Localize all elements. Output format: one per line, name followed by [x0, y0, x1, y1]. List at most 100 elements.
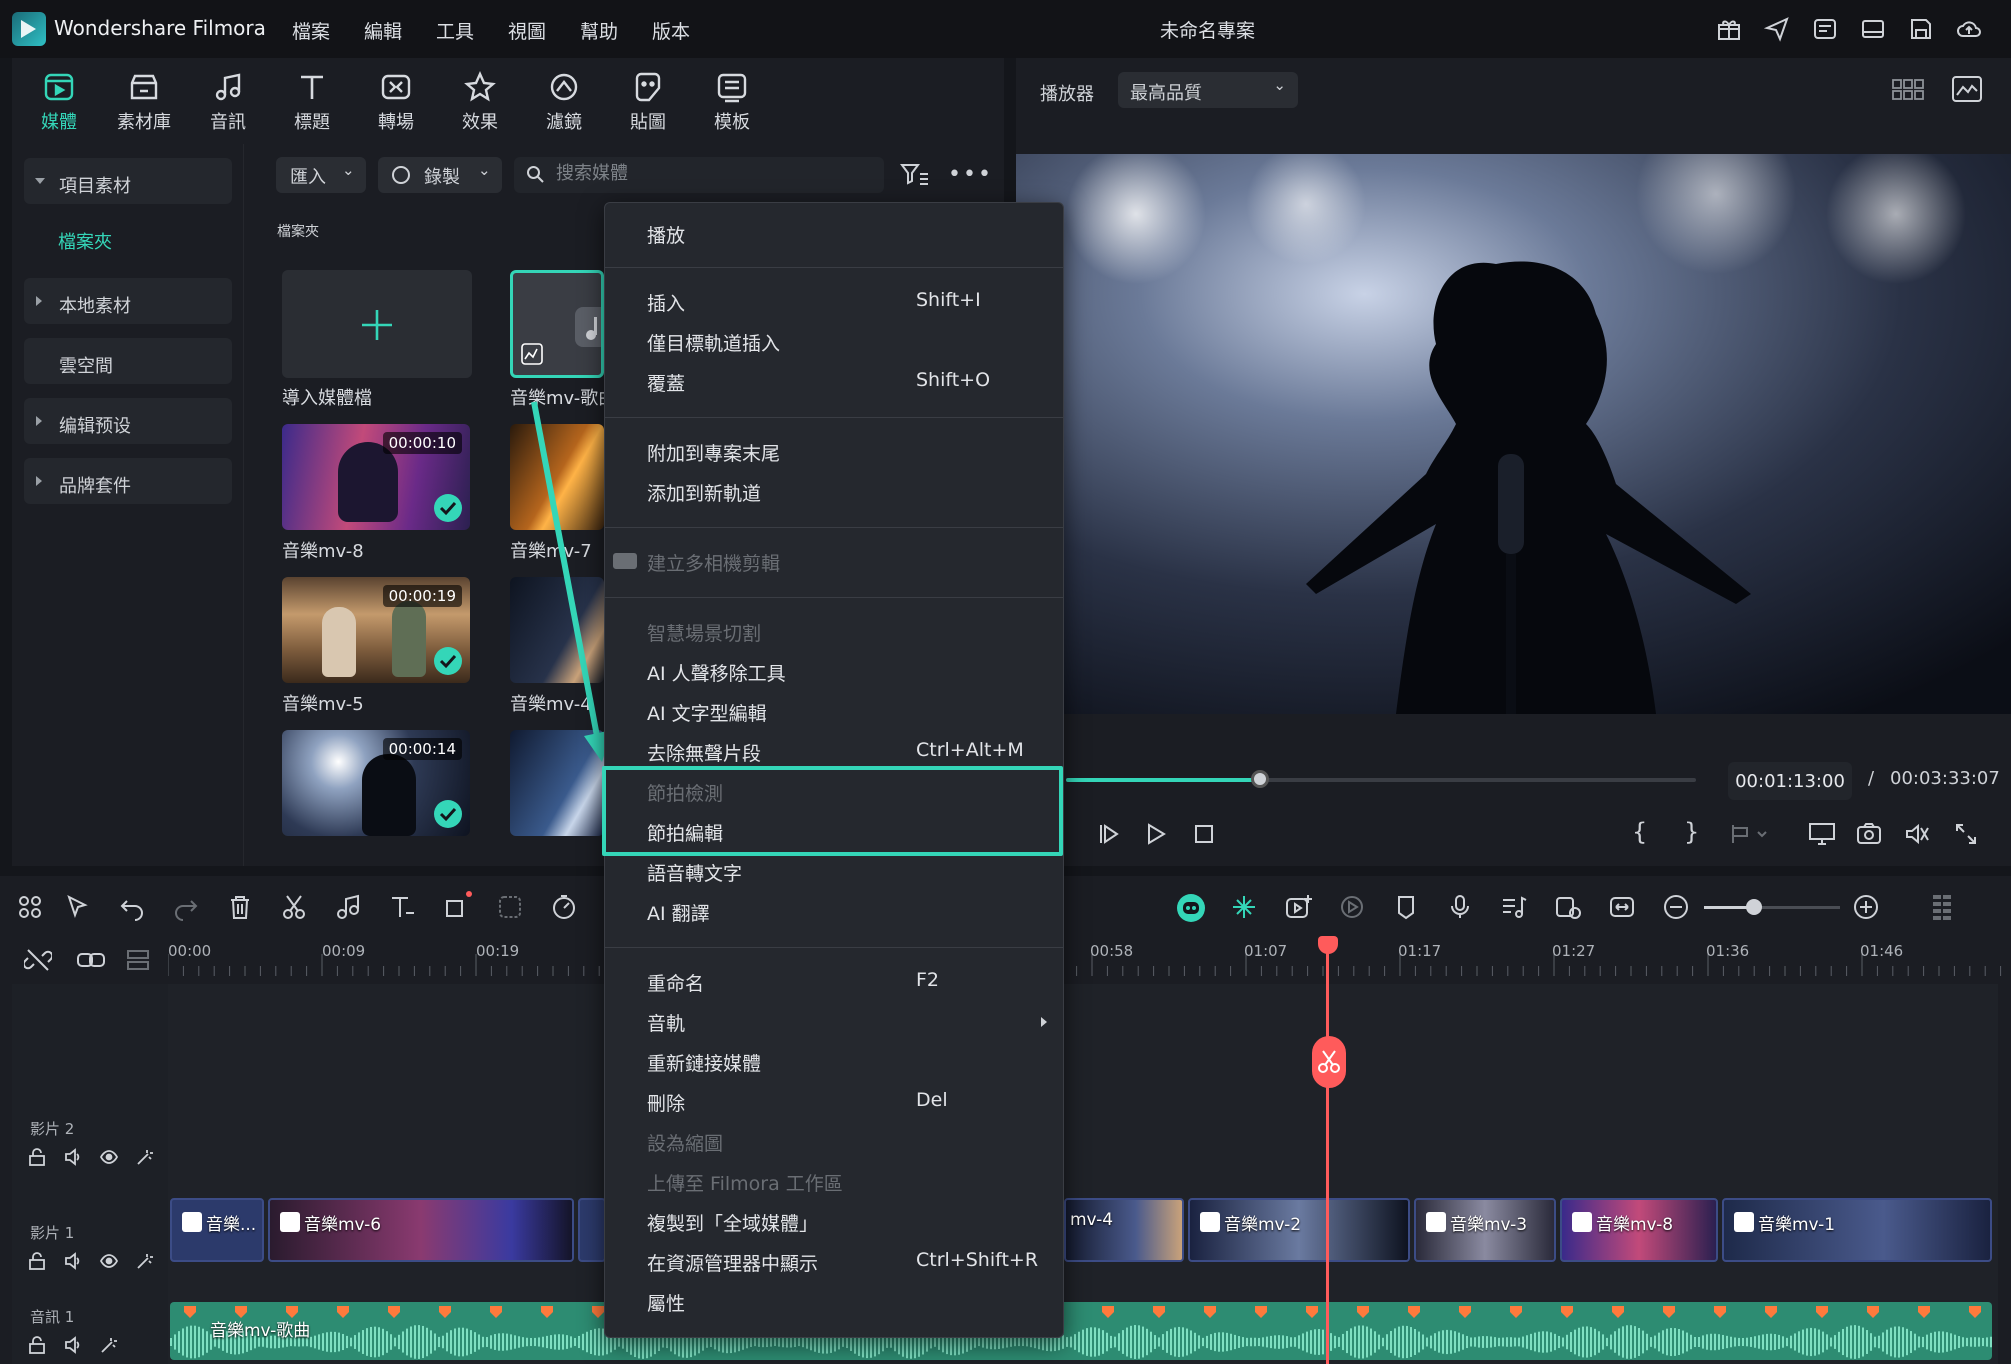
eye-icon[interactable] [100, 1148, 118, 1166]
auto-reframe-icon[interactable] [1554, 893, 1582, 921]
timeline-clip[interactable]: 音樂mv-3 [1414, 1198, 1556, 1262]
sidebar-item-folder[interactable]: 檔案夾 [58, 228, 112, 254]
media-item-mv-stage[interactable]: 00:00:14 [282, 730, 470, 836]
play-icon[interactable] [1144, 822, 1168, 846]
playhead[interactable] [1326, 940, 1329, 1364]
menu-help[interactable]: 幫助 [580, 17, 618, 44]
next-frame-icon[interactable] [1096, 822, 1120, 846]
more-options-icon[interactable]: ••• [948, 162, 993, 187]
panel-layout-icon[interactable] [1930, 893, 1958, 921]
sidebar-item-brand-kit[interactable]: 品牌套件 [24, 458, 232, 504]
timeline-clip[interactable]: 音樂mv-6 [268, 1198, 574, 1262]
search-box[interactable] [514, 157, 884, 193]
marker-icon[interactable] [1392, 893, 1420, 921]
select-tool-icon[interactable] [64, 893, 92, 921]
news-icon[interactable] [1812, 16, 1838, 42]
save-icon[interactable] [1908, 16, 1934, 42]
delete-icon[interactable] [226, 893, 254, 921]
media-item-mv8[interactable]: 00:00:10 [282, 424, 470, 530]
import-dropdown[interactable]: 匯入 ⌄ [276, 157, 366, 193]
menu-item-copy-global[interactable]: 複製到「全域媒體」 [647, 1209, 818, 1236]
crop-icon[interactable] [442, 891, 472, 921]
video-preview[interactable] [1016, 154, 2011, 714]
audio-mute-icon[interactable] [1904, 822, 1930, 846]
add-media-icon[interactable] [1284, 893, 1312, 921]
tab-stock[interactable]: 素材庫 [107, 66, 181, 138]
tab-titles[interactable]: 標題 [275, 66, 349, 138]
menu-item-play[interactable]: 播放 [647, 221, 685, 248]
menu-item-insert-target[interactable]: 僅目標軌道插入 [647, 329, 780, 356]
speaker-icon[interactable] [64, 1252, 82, 1270]
lock-icon[interactable] [28, 1252, 46, 1270]
menu-item-ai-translate[interactable]: AI 翻譯 [647, 899, 710, 926]
menu-item-overwrite[interactable]: 覆蓋 [647, 369, 685, 396]
menu-item-stt[interactable]: 語音轉文字 [647, 859, 742, 886]
menu-edit[interactable]: 編輯 [364, 17, 402, 44]
zoom-out-icon[interactable] [1662, 893, 1690, 921]
playback-scrubber[interactable] [1251, 770, 1270, 788]
menu-item-audio-track[interactable]: 音軌 [647, 1009, 685, 1036]
tab-stickers[interactable]: 貼圖 [611, 66, 685, 138]
record-dropdown[interactable]: 錄製 ⌄ [378, 157, 502, 193]
search-input[interactable] [556, 163, 866, 184]
sidebar-item-local-media[interactable]: 本地素材 [24, 278, 232, 324]
quality-dropdown[interactable]: 最高品質 ⌄ [1118, 72, 1298, 108]
zoom-in-icon[interactable] [1852, 893, 1880, 921]
menu-item-ai-vocal[interactable]: AI 人聲移除工具 [647, 659, 786, 686]
monitor-icon[interactable] [1808, 822, 1836, 846]
layout-icon[interactable] [1860, 16, 1886, 42]
timeline-clip[interactable]: 音樂... [170, 1198, 264, 1262]
timeline-clip[interactable]: 音樂mv-8 [1560, 1198, 1718, 1262]
render-preview-icon[interactable] [1338, 893, 1366, 921]
split-scissors-icon[interactable] [280, 893, 308, 921]
mark-in-icon[interactable]: { [1632, 818, 1647, 846]
cloud-upload-icon[interactable] [1956, 16, 1982, 42]
magic-wand-icon[interactable] [136, 1148, 154, 1166]
link-clip-icon[interactable] [76, 946, 106, 974]
insert-clip-icon[interactable] [1730, 822, 1770, 846]
audio-mixer-icon[interactable] [1500, 893, 1528, 921]
zoom-slider-knob[interactable] [1746, 899, 1762, 915]
filter-sort-icon[interactable] [900, 162, 930, 188]
tab-transitions[interactable]: 轉場 [359, 66, 433, 138]
menu-item-show-explorer[interactable]: 在資源管理器中顯示 [647, 1249, 818, 1276]
menu-version[interactable]: 版本 [652, 17, 690, 44]
ai-assistant-icon[interactable] [1176, 893, 1205, 922]
lock-icon[interactable] [28, 1148, 46, 1166]
timeline-clip[interactable] [578, 1198, 606, 1262]
menu-item-rename[interactable]: 重命名 [647, 969, 704, 996]
menu-item-insert[interactable]: 插入 [647, 289, 685, 316]
menu-item-ai-text[interactable]: AI 文字型編輯 [647, 699, 767, 726]
grid-view-icon[interactable] [1892, 78, 1924, 100]
magic-wand-icon[interactable] [136, 1252, 154, 1270]
stop-icon[interactable] [1192, 822, 1216, 846]
tab-media[interactable]: 媒體 [22, 66, 96, 138]
beat-sync-icon[interactable] [1230, 893, 1258, 921]
timeline-clip[interactable]: 音樂mv-1 [1722, 1198, 1992, 1262]
menu-item-silence[interactable]: 去除無聲片段 [647, 739, 761, 766]
tab-audio[interactable]: 音訊 [191, 66, 265, 138]
timeline-clip[interactable]: 音樂mv-2 [1188, 1198, 1410, 1262]
media-item-mv5[interactable]: 00:00:19 [282, 577, 470, 683]
undo-icon[interactable] [118, 893, 146, 921]
menu-item-relink[interactable]: 重新鏈接媒體 [647, 1049, 761, 1076]
menu-item-add-track[interactable]: 添加到新軌道 [647, 479, 761, 506]
fit-timeline-icon[interactable] [1608, 893, 1636, 921]
menu-item-append[interactable]: 附加到專案末尾 [647, 439, 780, 466]
menu-item-properties[interactable]: 屬性 [647, 1289, 685, 1316]
scope-icon[interactable] [1952, 76, 1982, 102]
playhead-split-button[interactable] [1312, 1036, 1346, 1088]
ai-select-icon[interactable] [496, 893, 524, 921]
fullscreen-icon[interactable] [1954, 822, 1978, 846]
mark-out-icon[interactable]: } [1684, 818, 1699, 846]
speaker-icon[interactable] [64, 1336, 82, 1354]
gift-icon[interactable] [1716, 16, 1742, 42]
tab-templates[interactable]: 模板 [695, 66, 769, 138]
layout-grid-icon[interactable] [16, 893, 44, 921]
media-item-song[interactable] [510, 270, 604, 378]
track-manager-icon[interactable] [124, 946, 152, 974]
redo-icon[interactable] [172, 893, 200, 921]
tab-filters[interactable]: 濾鏡 [527, 66, 601, 138]
timeline-clip[interactable]: mv-4 [1064, 1198, 1184, 1262]
sidebar-item-project-media[interactable]: 項目素材 [24, 158, 232, 204]
